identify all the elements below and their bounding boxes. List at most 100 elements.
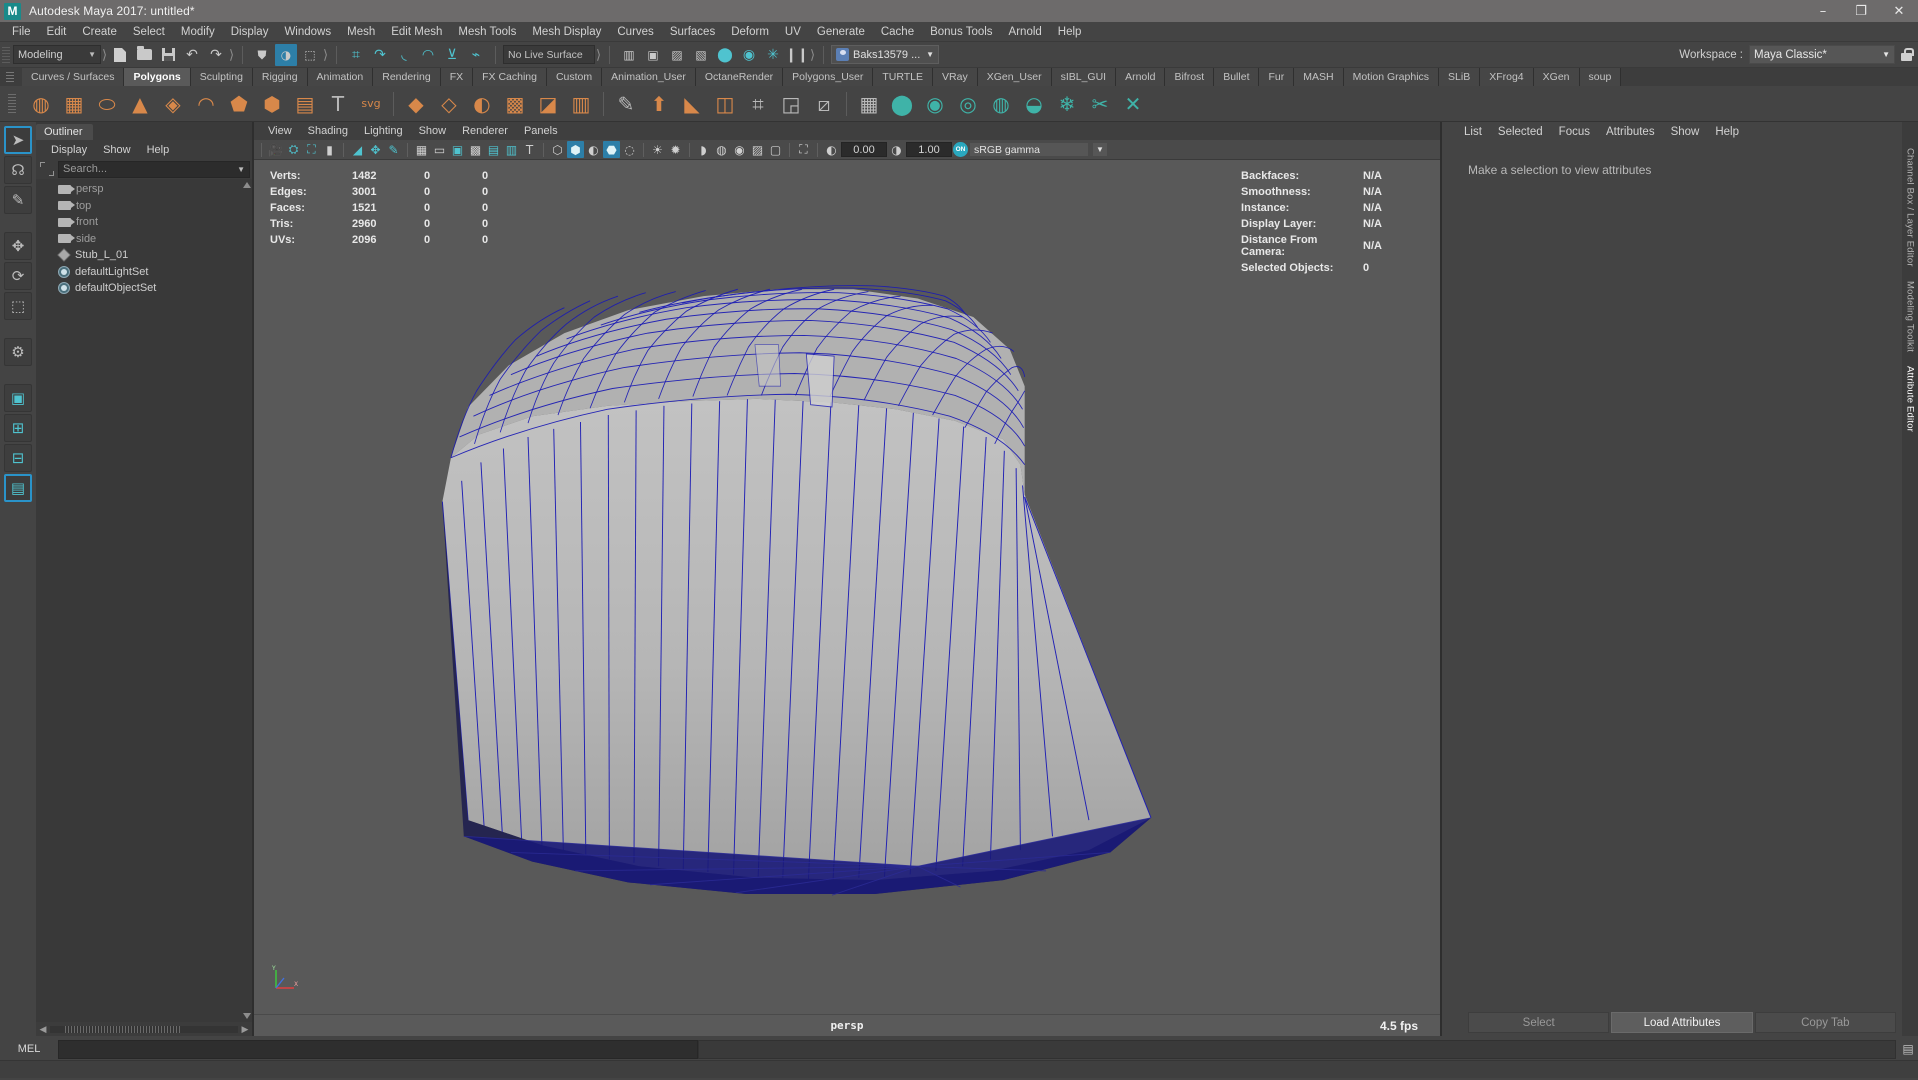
outliner-scrollbar[interactable] (242, 181, 251, 1020)
smooth-shade-all-icon[interactable]: ⬢ (567, 141, 584, 158)
single-perspective-layout[interactable]: ▣ (4, 384, 32, 412)
resolution-gate-icon[interactable]: ▣ (449, 141, 466, 158)
outliner-item-side[interactable]: side (36, 231, 252, 248)
menu-curves[interactable]: Curves (609, 24, 661, 40)
shelf-tab-rigging[interactable]: Rigging (253, 68, 308, 86)
menu-edit-mesh[interactable]: Edit Mesh (383, 24, 450, 40)
light-icon[interactable]: ✳ (762, 44, 784, 66)
shelf-tab-fx[interactable]: FX (441, 68, 473, 86)
outliner-item-stub-l-01[interactable]: Stub_L_01 (36, 247, 252, 264)
image-plane-icon[interactable]: ◢ (349, 141, 366, 158)
user-account-chip[interactable]: Baks13579 ... ▼ (831, 45, 939, 64)
curve-snap-icon[interactable]: ↷ (369, 44, 391, 66)
viewport-menu-panels[interactable]: Panels (516, 124, 566, 138)
point-snap-icon[interactable]: ◟ (393, 44, 415, 66)
four-view-layout[interactable]: ⊞ (4, 414, 32, 442)
outliner-menu-show[interactable]: Show (96, 143, 138, 157)
rotate-tool[interactable]: ⟳ (4, 262, 32, 290)
hypershade-icon[interactable]: ⬤ (714, 44, 736, 66)
poly-smooth-icon[interactable]: ▩ (500, 89, 530, 119)
pause-icon[interactable]: ❙❙ (786, 44, 808, 66)
poly-wedge-icon[interactable]: ◣ (677, 89, 707, 119)
scroll-up-icon[interactable] (243, 182, 251, 188)
script-editor-icon[interactable]: ▤ (1898, 1040, 1918, 1059)
lasso-tool[interactable]: ☊ (4, 156, 32, 184)
outliner-item-defaultobjectset[interactable]: defaultObjectSet (36, 280, 252, 297)
ao-icon[interactable]: ◍ (713, 141, 730, 158)
sculpt-smooth-icon[interactable]: ◉ (920, 89, 950, 119)
select-camera-icon[interactable]: 🎥 (267, 141, 284, 158)
poly-bevel-icon[interactable]: ◪ (533, 89, 563, 119)
gate-mask-icon[interactable]: ▩ (467, 141, 484, 158)
smooth-shade-selected-icon[interactable]: ◐ (585, 141, 602, 158)
shelf-tab-turtle[interactable]: TURTLE (873, 68, 933, 86)
outliner-item-front[interactable]: front (36, 214, 252, 231)
search-icon[interactable] (40, 162, 54, 176)
grid-snap-icon[interactable]: ⌗ (345, 44, 367, 66)
tab-outliner[interactable]: Outliner (36, 124, 93, 140)
poly-pipe-icon[interactable]: ◠ (191, 89, 221, 119)
vertical-tab-channel-box-layer-editor[interactable]: Channel Box / Layer Editor (1905, 148, 1916, 267)
perspective-viewport[interactable]: Verts:148200Edges:300100Faces:152100Tris… (254, 160, 1440, 1014)
wireframe-shading-icon[interactable]: ⬡ (549, 141, 566, 158)
poly-combine-icon[interactable]: ◆ (401, 89, 431, 119)
shelf-tab-sculpting[interactable]: Sculpting (191, 68, 253, 86)
attribute-editor-menu-focus[interactable]: Focus (1551, 125, 1598, 139)
shelf-tab-xgen-user[interactable]: XGen_User (978, 68, 1052, 86)
multisample-icon[interactable]: ▨ (749, 141, 766, 158)
svg-icon[interactable]: svg (356, 89, 386, 119)
shelf-grip[interactable] (6, 72, 14, 82)
menu-bonus-tools[interactable]: Bonus Tools (922, 24, 1000, 40)
color-management-toggle[interactable]: ON (953, 142, 968, 157)
attribute-editor-menu-list[interactable]: List (1456, 125, 1490, 139)
poly-cube-icon[interactable]: ▦ (59, 89, 89, 119)
x-ray-icon[interactable]: ◌ (621, 141, 638, 158)
safe-title-icon[interactable]: T (521, 141, 538, 158)
outliner-item-top[interactable]: top (36, 198, 252, 215)
ipr-render-icon[interactable]: ▨ (666, 44, 688, 66)
poly-booleans-icon[interactable]: ◐ (467, 89, 497, 119)
scroll-right-icon[interactable]: ▶ (240, 1024, 250, 1035)
select-tool[interactable]: ➤ (4, 126, 32, 154)
render-settings-icon[interactable]: ▧ (690, 44, 712, 66)
new-scene-icon[interactable] (109, 44, 131, 66)
minimize-button[interactable]: – (1804, 0, 1842, 22)
safe-action-icon[interactable]: ▥ (503, 141, 520, 158)
maximize-button[interactable]: ❐ (1842, 0, 1880, 22)
copy-tab-button[interactable]: Copy Tab (1755, 1012, 1896, 1033)
shelf-tab-animation-user[interactable]: Animation_User (602, 68, 696, 86)
menu-mesh[interactable]: Mesh (339, 24, 383, 40)
move-tool[interactable]: ✥ (4, 232, 32, 260)
redo-icon[interactable]: ↷ (205, 44, 227, 66)
status-line-grip[interactable] (2, 45, 10, 65)
two-d-pan-zoom-icon[interactable]: ✥ (367, 141, 384, 158)
poly-torus-icon[interactable]: ◈ (158, 89, 188, 119)
workspace-selector[interactable]: Maya Classic* ▼ (1749, 45, 1895, 64)
poly-cone-icon[interactable]: ▲ (125, 89, 155, 119)
poly-split-icon[interactable]: ⌗ (743, 89, 773, 119)
poly-plane-icon[interactable]: ▤ (290, 89, 320, 119)
shelf-tab-polygons-user[interactable]: Polygons_User (783, 68, 873, 86)
persp-outliner-layout[interactable]: ⊟ (4, 444, 32, 472)
viewport-menu-show[interactable]: Show (411, 124, 455, 138)
shelf-tab-bifrost[interactable]: Bifrost (1165, 68, 1214, 86)
poly-prism-icon[interactable]: ⬟ (224, 89, 254, 119)
scroll-down-icon[interactable] (243, 1013, 251, 1019)
shelf-tab-sibl-gui[interactable]: sIBL_GUI (1052, 68, 1117, 86)
view-plane-snap-icon[interactable]: ⊻ (441, 44, 463, 66)
scroll-thumb[interactable] (50, 1026, 238, 1033)
sculpt-erase-icon[interactable]: ✕ (1118, 89, 1148, 119)
shelf-row-grip[interactable] (8, 94, 16, 114)
menu-uv[interactable]: UV (777, 24, 809, 40)
outliner-list[interactable]: persptopfrontsideStub_L_01defaultLightSe… (36, 179, 252, 1022)
sculpt-mask-icon[interactable]: ✂ (1085, 89, 1115, 119)
attribute-editor-menu-show[interactable]: Show (1663, 125, 1708, 139)
render-current-frame-icon[interactable]: ▥ (618, 44, 640, 66)
menu-select[interactable]: Select (125, 24, 173, 40)
render-sequence-icon[interactable]: ◉ (738, 44, 760, 66)
persp-graph-layout[interactable]: ▤ (4, 474, 32, 502)
menu-modify[interactable]: Modify (173, 24, 223, 40)
make-live-icon[interactable]: ⌁ (465, 44, 487, 66)
search-input[interactable]: Search... ▼ (58, 161, 250, 178)
menu-mesh-display[interactable]: Mesh Display (524, 24, 609, 40)
